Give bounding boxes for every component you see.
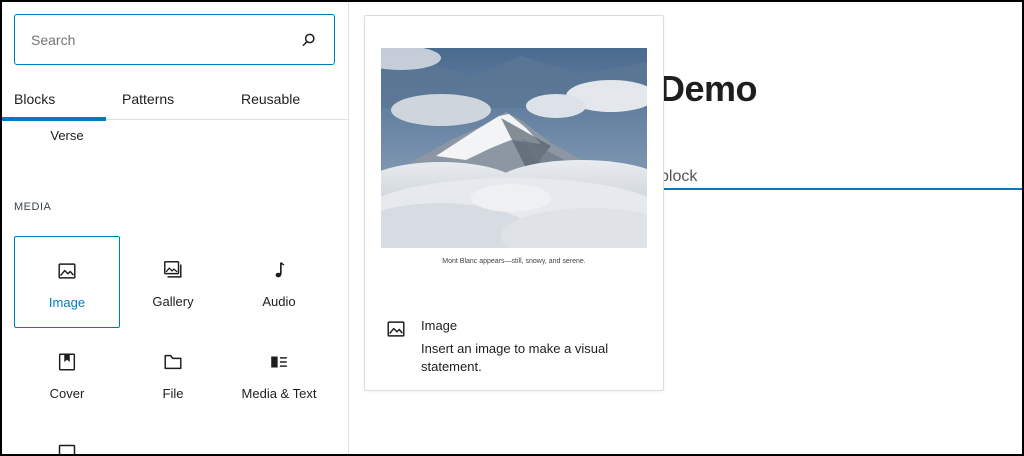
preview-photo bbox=[381, 48, 647, 248]
block-preview-popover: Mont Blanc appears—still, snowy, and ser… bbox=[364, 15, 664, 391]
block-label: File bbox=[162, 386, 184, 401]
block-image[interactable]: Image bbox=[14, 236, 120, 328]
preview-block-title: Image bbox=[421, 318, 458, 333]
block-label: Image bbox=[48, 295, 86, 310]
cover-icon bbox=[55, 350, 79, 374]
search-icon[interactable] bbox=[300, 31, 318, 49]
tab-reusable[interactable]: Reusable bbox=[238, 78, 349, 120]
preview-block-description: Insert an image to make a visual stateme… bbox=[421, 341, 609, 374]
tab-patterns[interactable]: Patterns bbox=[106, 78, 238, 120]
gallery-icon bbox=[161, 258, 185, 282]
verse-block[interactable]: Verse bbox=[14, 128, 120, 143]
block-label: Media & Text bbox=[241, 386, 317, 401]
image-icon bbox=[387, 321, 405, 337]
file-icon bbox=[161, 350, 185, 374]
preview-caption: Mont Blanc appears—still, snowy, and ser… bbox=[442, 258, 586, 265]
search-box[interactable] bbox=[14, 14, 335, 65]
editor-window: Demo block Blocks Patterns Reusable Vers… bbox=[2, 2, 1022, 454]
insertion-line bbox=[664, 188, 1022, 190]
block-cover[interactable]: Cover bbox=[14, 328, 120, 420]
audio-icon bbox=[267, 258, 291, 282]
block-inserter-panel: Blocks Patterns Reusable Verse MEDIA Ima… bbox=[2, 2, 349, 454]
block-audio[interactable]: Audio bbox=[226, 236, 332, 328]
image-icon bbox=[55, 259, 79, 283]
video-block-partial[interactable] bbox=[58, 444, 76, 454]
block-label: Gallery bbox=[152, 294, 194, 309]
video-icon bbox=[58, 444, 76, 454]
block-label: Audio bbox=[262, 294, 296, 309]
media-text-icon bbox=[267, 350, 291, 374]
block-file[interactable]: File bbox=[120, 328, 226, 420]
media-category-title: MEDIA bbox=[14, 201, 52, 213]
block-label: Cover bbox=[49, 386, 85, 401]
block-placeholder[interactable]: block bbox=[660, 168, 697, 186]
tab-blocks[interactable]: Blocks bbox=[2, 78, 106, 121]
inserter-tabs: Blocks Patterns Reusable bbox=[2, 78, 349, 121]
block-gallery[interactable]: Gallery bbox=[120, 236, 226, 328]
post-title[interactable]: Demo bbox=[659, 68, 758, 110]
search-input[interactable] bbox=[31, 31, 300, 48]
block-media-text[interactable]: Media & Text bbox=[226, 328, 332, 420]
